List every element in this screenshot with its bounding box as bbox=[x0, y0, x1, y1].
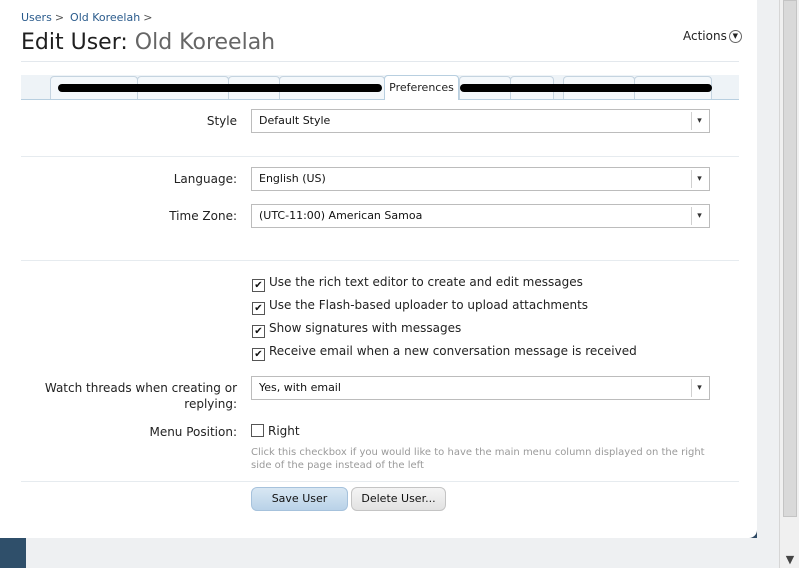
checkbox-conversation-email[interactable]: ✔ Receive email when a new conversation m… bbox=[252, 344, 637, 361]
checkbox[interactable] bbox=[251, 424, 264, 437]
breadcrumb-user[interactable]: Old Koreelah bbox=[70, 11, 140, 24]
language-label: Language: bbox=[173, 172, 237, 186]
style-value: Default Style bbox=[259, 114, 331, 127]
checkbox-label: Use the Flash-based uploader to upload a… bbox=[269, 298, 589, 312]
save-user-button[interactable]: Save User bbox=[251, 487, 348, 511]
chevron-down-icon: ▾ bbox=[691, 379, 707, 397]
chevron-down-icon: ▾ bbox=[691, 207, 707, 225]
chevron-down-icon[interactable]: ▼ bbox=[780, 552, 799, 568]
language-value: English (US) bbox=[259, 172, 326, 185]
actions-menu[interactable]: Actions ▼ bbox=[683, 29, 742, 43]
timezone-value: (UTC-11:00) American Samoa bbox=[259, 209, 423, 222]
timezone-label: Time Zone: bbox=[169, 209, 237, 223]
watch-threads-select[interactable]: Yes, with email ▾ bbox=[251, 376, 710, 400]
chevron-down-icon: ▼ bbox=[728, 30, 742, 43]
chevron-down-icon: ▾ bbox=[691, 112, 707, 130]
background-panel bbox=[757, 0, 779, 568]
title-username: Old Koreelah bbox=[134, 30, 276, 55]
style-label: Style bbox=[206, 114, 237, 128]
breadcrumb-users[interactable]: Users bbox=[21, 11, 52, 24]
checkbox-menu-right[interactable]: Right bbox=[251, 424, 300, 438]
checkbox-label: Right bbox=[268, 424, 300, 438]
timezone-select[interactable]: (UTC-11:00) American Samoa ▾ bbox=[251, 204, 710, 228]
checkbox-rich-text-editor[interactable]: ✔ Use the rich text editor to create and … bbox=[252, 275, 583, 292]
style-select[interactable]: Default Style ▾ bbox=[251, 109, 710, 133]
language-select[interactable]: English (US) ▾ bbox=[251, 167, 710, 191]
vertical-scrollbar[interactable]: ▼ bbox=[779, 0, 799, 568]
edit-user-card: Users > Old Koreelah > Edit User: Old Koree… bbox=[0, 0, 757, 538]
redaction-bar bbox=[460, 84, 712, 92]
page-title: Edit User: Old Koreelah bbox=[21, 30, 275, 55]
breadcrumb-separator: > bbox=[54, 11, 65, 24]
actions-label: Actions bbox=[683, 29, 727, 43]
menu-position-label: Menu Position: bbox=[149, 425, 237, 439]
checkbox[interactable]: ✔ bbox=[252, 348, 265, 361]
watch-threads-value: Yes, with email bbox=[259, 381, 341, 394]
title-prefix: Edit User: bbox=[21, 30, 128, 55]
scrollbar-thumb[interactable] bbox=[783, 0, 797, 517]
breadcrumb-separator: > bbox=[143, 11, 153, 24]
divider bbox=[21, 481, 739, 482]
menu-position-hint: Click this checkbox if you would like to… bbox=[251, 447, 705, 471]
background-panel bbox=[0, 538, 779, 568]
redaction-bar bbox=[58, 84, 382, 92]
checkbox-flash-uploader[interactable]: ✔ Use the Flash-based uploader to upload … bbox=[252, 298, 588, 315]
tab-preferences[interactable]: Preferences bbox=[384, 75, 459, 100]
divider bbox=[21, 61, 739, 62]
watch-threads-label: Watch threads when creating or replying: bbox=[44, 381, 237, 411]
delete-user-button[interactable]: Delete User... bbox=[351, 487, 446, 511]
checkbox-show-signatures[interactable]: ✔ Show signatures with messages bbox=[252, 321, 461, 338]
checkbox[interactable]: ✔ bbox=[252, 325, 265, 338]
checkbox-label: Use the rich text editor to create and e… bbox=[269, 275, 583, 289]
divider bbox=[21, 260, 739, 261]
breadcrumb: Users > Old Koreelah > bbox=[21, 11, 158, 24]
background-panel bbox=[0, 538, 26, 568]
checkbox-label: Show signatures with messages bbox=[269, 321, 462, 335]
checkbox-label: Receive email when a new conversation me… bbox=[269, 344, 637, 358]
checkbox[interactable]: ✔ bbox=[252, 279, 265, 292]
divider bbox=[21, 156, 739, 157]
checkbox[interactable]: ✔ bbox=[252, 302, 265, 315]
chevron-down-icon: ▾ bbox=[691, 170, 707, 188]
